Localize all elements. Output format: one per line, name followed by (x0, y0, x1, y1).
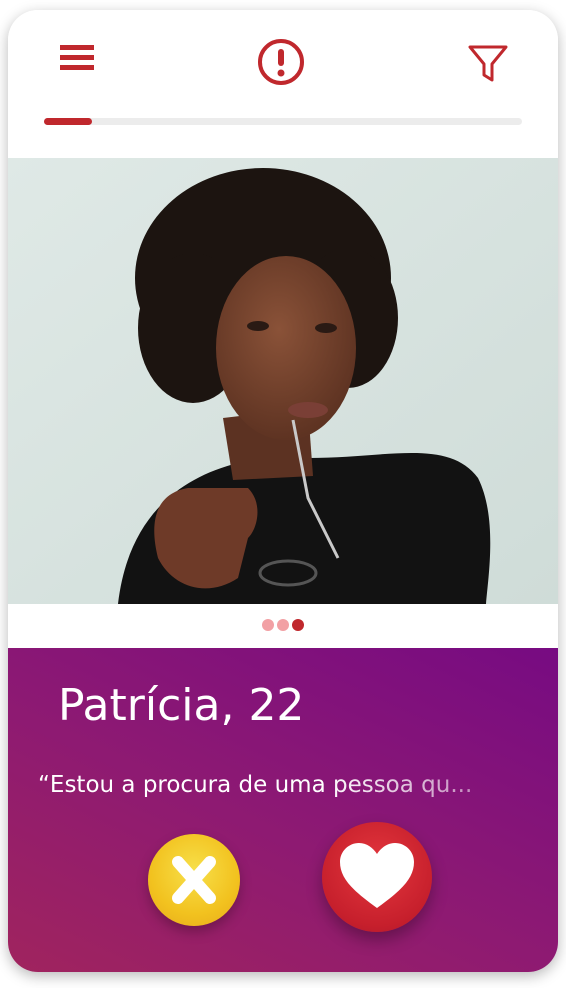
profile-bio: “Estou a procura de uma pessoa qu... (38, 772, 473, 798)
filter-button[interactable] (466, 42, 510, 86)
profile-info-panel: Patrícia, 22 “Estou a procura de uma pes… (8, 648, 558, 972)
exclamation-circle-icon (258, 39, 304, 85)
menu-button[interactable] (58, 43, 96, 73)
heart-icon (340, 843, 414, 908)
profile-name: Patrícia (58, 680, 221, 731)
report-button[interactable] (256, 37, 306, 87)
progress-fill (44, 118, 92, 125)
pager-dot[interactable] (277, 619, 289, 631)
dislike-button[interactable] (148, 834, 240, 926)
profile-photo[interactable] (8, 158, 558, 604)
funnel-filter-icon (468, 45, 508, 82)
pager-dot[interactable] (262, 619, 274, 631)
hamburger-menu-icon (60, 45, 94, 70)
top-bar (8, 10, 558, 158)
progress-bar (44, 118, 522, 125)
photo-pager (8, 604, 558, 648)
profile-card: Patrícia, 22 “Estou a procura de uma pes… (8, 10, 558, 972)
like-button[interactable] (322, 822, 432, 932)
profile-name-age: Patrícia, 22 (58, 680, 304, 731)
profile-age: , 22 (220, 680, 305, 731)
x-icon (172, 856, 216, 904)
pager-dot[interactable] (292, 619, 304, 631)
